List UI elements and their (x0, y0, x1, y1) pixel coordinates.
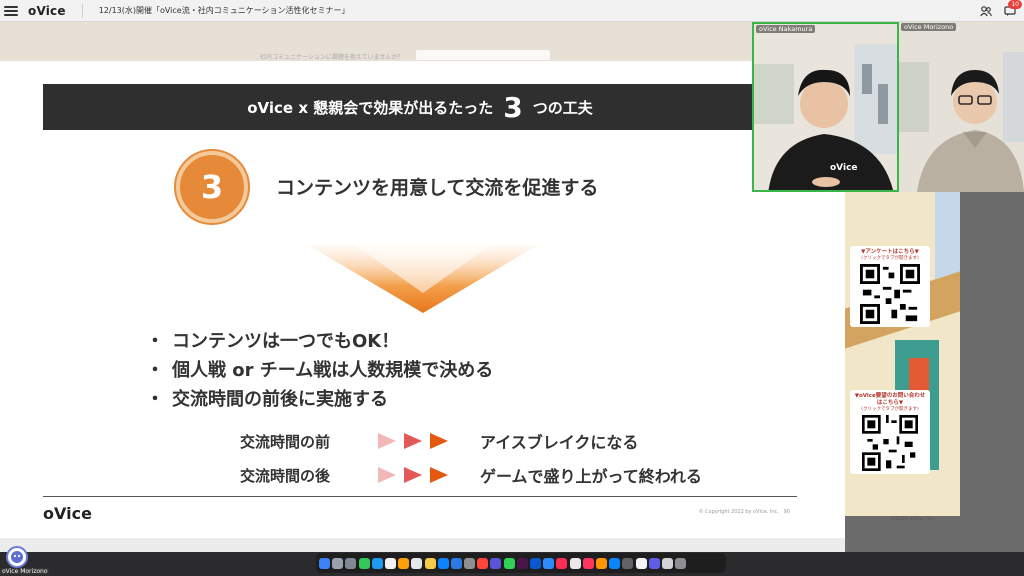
triple-arrow-icon (376, 432, 472, 450)
slack-icon[interactable] (516, 557, 528, 569)
brave-icon[interactable] (477, 557, 489, 569)
app-icon[interactable] (345, 557, 357, 569)
notes-icon[interactable] (424, 557, 436, 569)
slide-header-prefix: oVice x 懇親会で効果が出るたった (247, 98, 494, 117)
participant-video (899, 22, 1024, 192)
launchpad-icon[interactable] (332, 557, 344, 569)
ovice-app: oVice 12/13(水)開催「oVice流・社内コミュニケーション活性化セミ… (0, 0, 1024, 576)
slide-footer-logo: oVice (43, 504, 92, 523)
macos-dock (316, 553, 726, 573)
settings-icon[interactable] (464, 557, 476, 569)
hamburger-menu-icon[interactable] (4, 5, 18, 16)
map-copyright: ©2020 oVice, Inc. (890, 516, 936, 522)
bullet-item: ・個人戦 or チーム戦は人数規模で決める (146, 360, 494, 381)
space-title: 12/13(水)開催「oVice流・社内コミュニケーション活性化セミナー」 (98, 6, 350, 15)
qr-caption: ▼oVice要望のお問い合わせはこちら▼ (854, 393, 926, 406)
self-avatar[interactable] (6, 546, 28, 568)
line-icon[interactable] (503, 557, 515, 569)
bullet-list: ・コンテンツは一つでもOK！ ・個人戦 or チーム戦は人数規模で決める ・交流… (146, 327, 493, 414)
qr-subcaption: (クリックでタブが開きます) (861, 407, 919, 412)
slide-header-suffix: つの工夫 (532, 98, 593, 117)
app-icon-7[interactable] (635, 557, 647, 569)
timing-row-after: 交流時間の後 ゲームで盛り上がって終われる (240, 463, 702, 487)
participant-video: oVice (754, 24, 897, 190)
qr-code-icon (862, 415, 918, 471)
messages-icon[interactable] (358, 557, 370, 569)
participant-name: oVice Morizono (901, 23, 957, 31)
inquiry-qr-card[interactable]: ▼oVice要望のお問い合わせはこちら▼ (クリックでタブが開きます) (850, 390, 930, 474)
timing-label: 交流時間の後 (240, 466, 331, 485)
divider (81, 3, 83, 18)
slide-header-number: 3 (503, 90, 523, 124)
terminal-icon[interactable] (622, 557, 634, 569)
notification-badge: 10 (1008, 0, 1022, 9)
finder-icon[interactable] (319, 557, 330, 569)
app-icon-5[interactable] (595, 557, 607, 569)
slide-copyright: © Copyright 2022 by oVice, Inc. 90 (698, 509, 790, 515)
timing-label: 交流時間の前 (240, 432, 331, 451)
qr-subcaption: (クリックでタブが開きます) (861, 256, 919, 261)
app-icon-2[interactable] (490, 557, 502, 569)
app-icon-3[interactable] (530, 557, 541, 569)
point-number-badge: 3 (176, 151, 248, 223)
downloads-icon[interactable] (661, 557, 673, 569)
top-bar: oVice 12/13(水)開催「oVice流・社内コミュニケーション活性化セミ… (0, 0, 1024, 22)
zoom-icon[interactable] (543, 557, 555, 569)
point-title: コンテンツを用意して交流を促進する (276, 177, 599, 199)
stage-bottom-strip (0, 538, 845, 552)
chrome-icon[interactable] (569, 557, 581, 569)
map-faint-button (416, 50, 550, 60)
qr-code-icon (860, 264, 920, 324)
top-right-actions: 10 (978, 0, 1022, 19)
slide-header: oVice x 懇親会で効果が出るたった 3 つの工夫 (43, 84, 797, 130)
bullet-item: ・交流時間の前後に実施する (146, 389, 388, 410)
app-store-icon[interactable] (437, 557, 449, 569)
avatar-icon (11, 551, 23, 563)
downward-arrow-graphic (308, 233, 538, 313)
timing-row-before: 交流時間の前 アイスブレイクになる (240, 429, 638, 453)
self-name-label: oVice Morizono (0, 568, 50, 575)
svg-text:oVice: oVice (830, 163, 858, 173)
app-icon-6[interactable] (609, 557, 621, 569)
app-icon-8[interactable] (648, 557, 660, 569)
timing-value: アイスブレイクになる (480, 433, 639, 452)
photos-icon[interactable] (398, 557, 410, 569)
shared-screen-slide: oVice x 懇親会で効果が出るたった 3 つの工夫 3 コンテンツを用意して… (0, 61, 845, 538)
app-logo[interactable]: oVice (28, 4, 66, 18)
music-icon[interactable] (582, 557, 594, 569)
members-icon[interactable] (978, 3, 994, 19)
video-tile-nakamura[interactable]: oVice oVice Nakamura (752, 22, 899, 192)
map-faint-text: 社内コミュニケーションに課題を抱えていませんか？ (260, 54, 404, 61)
app-icon-4[interactable] (556, 557, 568, 569)
participant-name: oVice Nakamura (756, 25, 816, 33)
survey-qr-card[interactable]: ▼アンケートはこちら▼ (クリックでタブが開きます) (850, 246, 930, 327)
trash-icon[interactable] (675, 557, 687, 569)
vscode-icon[interactable] (450, 557, 462, 569)
reminders-icon[interactable] (411, 557, 423, 569)
calendar-icon[interactable] (384, 557, 396, 569)
triple-arrow-icon (376, 466, 472, 484)
slide-footer-rule (43, 496, 797, 497)
chat-icon[interactable]: 10 (1002, 0, 1022, 19)
qr-caption: ▼アンケートはこちら▼ (861, 249, 919, 255)
mail-icon[interactable] (371, 557, 383, 569)
bullet-item: ・コンテンツは一つでもOK！ (146, 331, 400, 352)
map-background: 社内コミュニケーションに課題を抱えていませんか？ (0, 22, 845, 62)
timing-value: ゲームで盛り上がって終われる (480, 467, 702, 486)
video-tile-morizono[interactable]: oVice Morizono (899, 22, 1024, 192)
